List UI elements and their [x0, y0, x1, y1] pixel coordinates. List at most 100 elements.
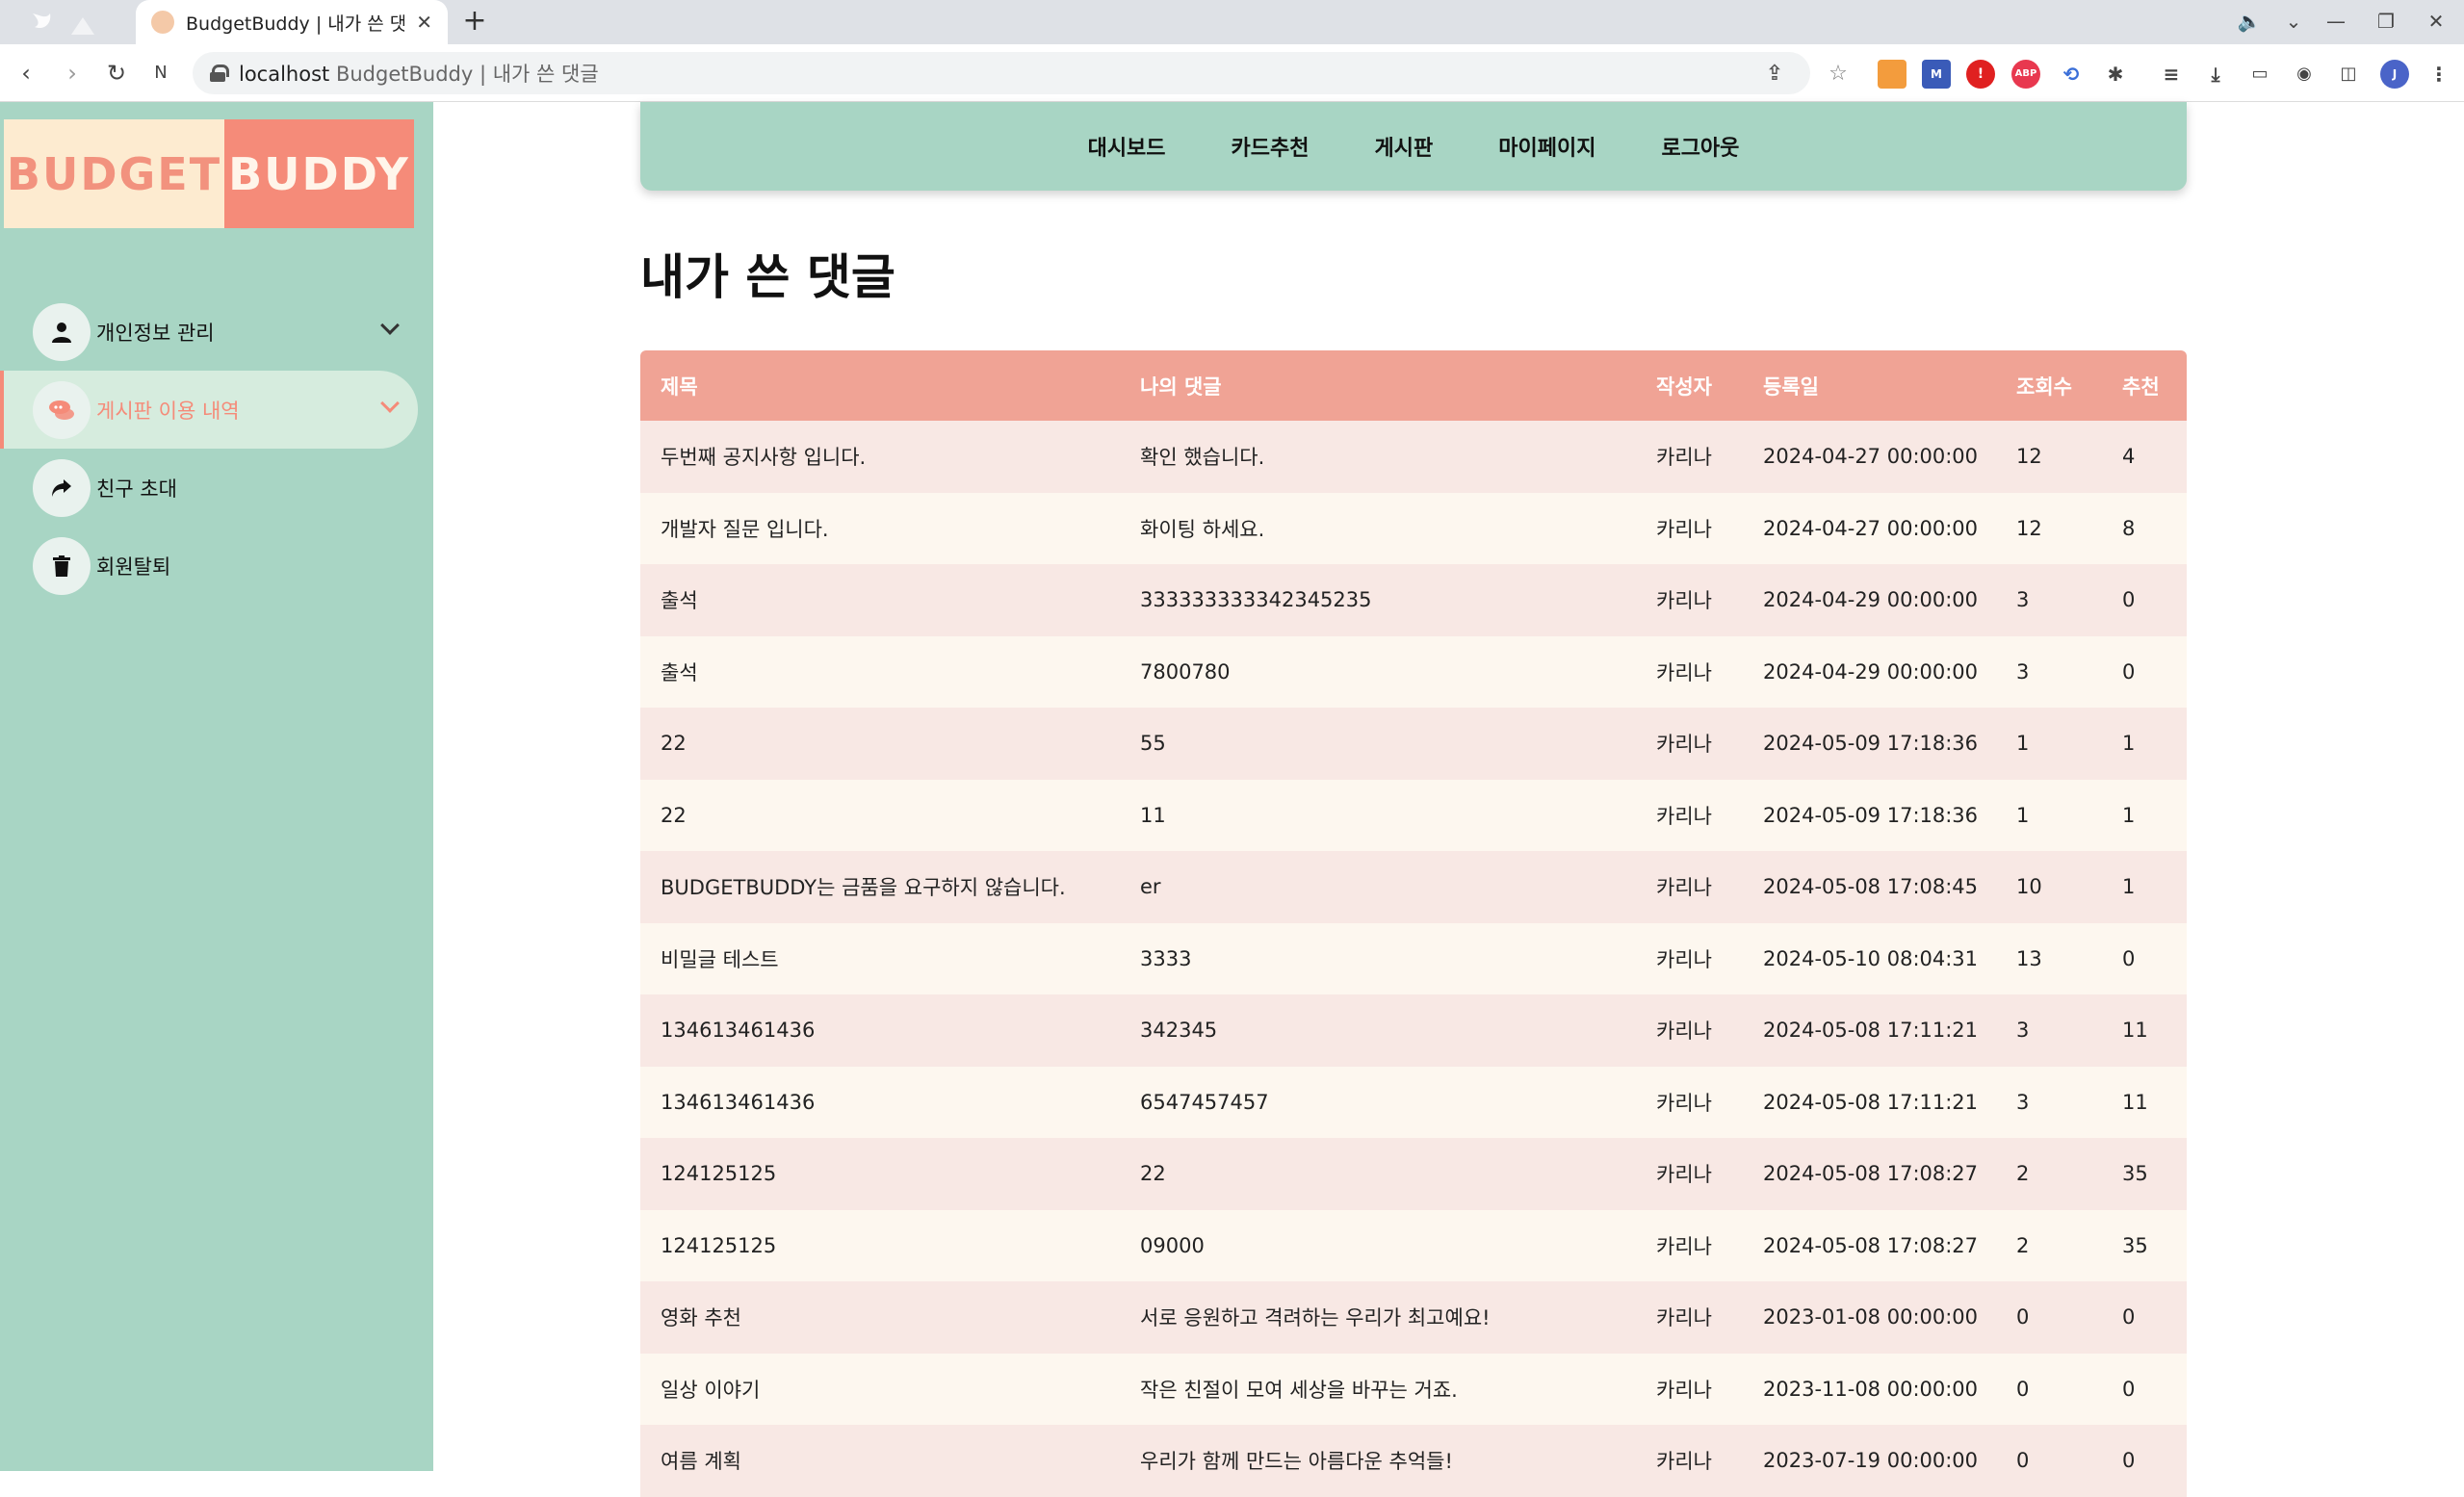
profile-avatar-icon[interactable]: J [2380, 60, 2409, 89]
cell-date: 2024-05-08 17:08:27 [1743, 1138, 1996, 1210]
notion-ext-icon[interactable]: N [143, 55, 179, 91]
cell-date: 2024-04-29 00:00:00 [1743, 564, 1996, 636]
screencast-icon[interactable]: ▭ [2245, 60, 2274, 89]
table-row[interactable]: 여름 계획 우리가 함께 만드는 아름다운 추억들! 카리나 2023-07-19 0… [640, 1425, 2187, 1497]
cell-title[interactable]: 일상 이야기 [640, 1353, 1120, 1425]
cell-title[interactable]: 124125125 [640, 1209, 1120, 1281]
cell-likes: 1 [2102, 779, 2187, 851]
window-close-icon[interactable]: ✕ [2415, 4, 2457, 39]
column-header-my-comment[interactable]: 나의 댓글 [1120, 350, 1636, 421]
cell-date: 2024-05-08 17:11:21 [1743, 994, 1996, 1067]
extension-orange-icon[interactable] [1878, 60, 1906, 89]
cell-title[interactable]: 134613461436 [640, 1066, 1120, 1138]
reading-list-icon[interactable]: ≡ [2157, 60, 2186, 89]
cell-author: 카리나 [1636, 1138, 1743, 1210]
cell-date: 2024-05-09 17:18:36 [1743, 708, 1996, 780]
cell-title[interactable]: 124125125 [640, 1138, 1120, 1210]
cell-date: 2024-05-08 17:11:21 [1743, 1066, 1996, 1138]
close-tab-icon[interactable]: ✕ [416, 11, 432, 34]
cell-author: 카리나 [1636, 779, 1743, 851]
extension-sync-icon[interactable]: ⟲ [2057, 60, 2086, 89]
table-row[interactable]: 일상 이야기 작은 친절이 모여 세상을 바꾸는 거죠. 카리나 2023-11-08… [640, 1353, 2187, 1425]
cell-title[interactable]: 22 [640, 708, 1120, 780]
budgetbuddy-favicon-icon [151, 11, 174, 34]
cell-likes: 1 [2102, 851, 2187, 923]
side-panel-icon[interactable]: ◫ [2334, 60, 2363, 89]
table-body: 두번째 공지사항 입니다. 확인 했습니다. 카리나 2024-04-27 00:00… [640, 421, 2187, 1497]
nav-board[interactable]: 게시판 [1375, 131, 1434, 162]
table-row[interactable]: 124125125 22 카리나 2024-05-08 17:08:27 2 35 [640, 1138, 2187, 1210]
sidebar-item-withdraw[interactable]: 회원탈퇴 [0, 527, 433, 605]
nav-logout[interactable]: 로그아웃 [1661, 131, 1739, 162]
table-row[interactable]: 124125125 09000 카리나 2024-05-08 17:08:27 2 35 [640, 1209, 2187, 1281]
column-header-views[interactable]: 조회수 [1996, 350, 2102, 421]
table-header-row: 제목 나의 댓글 작성자 등록일 조회수 추천 [640, 350, 2187, 421]
cell-title[interactable]: 영화 추천 [640, 1281, 1120, 1354]
cell-my-comment: 화이팅 하세요. [1120, 492, 1636, 564]
browser-tabstrip: BudgetBuddy | 내가 쓴 댓글 ✕ + 🔈 ⌄ — ❐ ✕ [0, 0, 2464, 44]
nav-card-recommend[interactable]: 카드추천 [1232, 131, 1310, 162]
table-row[interactable]: 134613461436 6547457457 카리나 2024-05-08 17:1… [640, 1066, 2187, 1138]
cell-title[interactable]: 개발자 질문 입니다. [640, 492, 1120, 564]
table-row[interactable]: 22 11 카리나 2024-05-09 17:18:36 1 1 [640, 779, 2187, 851]
cell-views: 3 [1996, 1066, 2102, 1138]
chevron-down-icon[interactable] [380, 394, 400, 413]
column-header-author[interactable]: 작성자 [1636, 350, 1743, 421]
table-row[interactable]: 개발자 질문 입니다. 화이팅 하세요. 카리나 2024-04-27 00:00:0… [640, 492, 2187, 564]
download-icon[interactable]: ⤓ [2201, 60, 2230, 89]
table-row[interactable]: 134613461436 342345 카리나 2024-05-08 17:11:21… [640, 994, 2187, 1067]
extensions-puzzle-icon[interactable]: ✱ [2101, 60, 2130, 89]
more-menu-icon[interactable]: ⋮ [2425, 60, 2453, 89]
minimize-icon[interactable]: — [2315, 4, 2357, 39]
column-header-title[interactable]: 제목 [640, 350, 1120, 421]
nav-mypage[interactable]: 마이페이지 [1498, 131, 1595, 162]
sidebar-item-invite-friend[interactable]: 친구 초대 [0, 449, 433, 527]
sidebar-menu: 개인정보 관리 게시판 이용 내역 친구 초대 회원탈퇴 [0, 293, 433, 605]
table-row[interactable]: 출석 7800780 카리나 2024-04-29 00:00:00 3 0 [640, 635, 2187, 708]
cell-date: 2024-04-29 00:00:00 [1743, 635, 1996, 708]
table-row[interactable]: 영화 추천 서로 응원하고 격려하는 우리가 최고예요! 카리나 2023-01-08… [640, 1281, 2187, 1354]
nav-dashboard[interactable]: 대시보드 [1088, 131, 1166, 162]
speaker-icon[interactable]: 🔈 [2228, 4, 2270, 39]
cell-title[interactable]: 134613461436 [640, 994, 1120, 1067]
cell-likes: 0 [2102, 1353, 2187, 1425]
cell-my-comment: 확인 했습니다. [1120, 421, 1636, 493]
extension-red-icon[interactable]: ! [1966, 60, 1995, 89]
table-row[interactable]: 22 55 카리나 2024-05-09 17:18:36 1 1 [640, 708, 2187, 780]
extension-blue-icon[interactable]: M [1922, 60, 1951, 89]
browser-tab-active[interactable]: BudgetBuddy | 내가 쓴 댓글 ✕ [136, 0, 448, 44]
cell-title[interactable]: 두번째 공지사항 입니다. [640, 421, 1120, 493]
column-header-date[interactable]: 등록일 [1743, 350, 1996, 421]
chat-icon [33, 380, 91, 439]
logo[interactable]: BUDGET BUDDY [4, 119, 414, 228]
forward-icon[interactable]: › [54, 55, 91, 91]
sidebar-item-profile[interactable]: 개인정보 관리 [0, 293, 433, 371]
chevron-down-icon[interactable] [380, 316, 400, 335]
table-row[interactable]: 비밀글 테스트 3333 카리나 2024-05-10 08:04:31 13 0 [640, 922, 2187, 994]
table-row[interactable]: 두번째 공지사항 입니다. 확인 했습니다. 카리나 2024-04-27 00:00… [640, 421, 2187, 493]
back-icon[interactable]: ‹ [8, 55, 44, 91]
tab-search-chevron-icon[interactable]: ⌄ [2272, 4, 2315, 39]
cell-title[interactable]: 비밀글 테스트 [640, 922, 1120, 994]
comments-table-wrapper: 제목 나의 댓글 작성자 등록일 조회수 추천 두번째 공지사항 입니다. 확인 … [640, 350, 2187, 1497]
cell-date: 2024-04-27 00:00:00 [1743, 492, 1996, 564]
cell-title[interactable]: BUDGETBUDDY는 금품을 요구하지 않습니다. [640, 851, 1120, 923]
cell-title[interactable]: 여름 계획 [640, 1425, 1120, 1497]
bookmark-star-icon[interactable]: ☆ [1824, 60, 1853, 89]
share-icon[interactable]: ⇪ [1760, 60, 1789, 89]
table-row[interactable]: BUDGETBUDDY는 금품을 요구하지 않습니다. er 카리나 2024-05-… [640, 851, 2187, 923]
new-tab-button[interactable]: + [458, 6, 491, 39]
table-row[interactable]: 출석 333333333342345235 카리나 2024-04-29 00:00:… [640, 564, 2187, 636]
cell-title[interactable]: 출석 [640, 564, 1120, 636]
cell-likes: 0 [2102, 564, 2187, 636]
sidebar-item-board-history[interactable]: 게시판 이용 내역 [0, 371, 418, 449]
screenshot-icon[interactable]: ◉ [2290, 60, 2319, 89]
adblock-icon[interactable]: ABP [2011, 60, 2040, 89]
page-title: 내가 쓴 댓글 [640, 249, 895, 305]
reload-icon[interactable]: ↻ [98, 55, 135, 91]
restore-icon[interactable]: ❐ [2365, 4, 2407, 39]
address-bar[interactable]: localhost BudgetBuddy | 내가 쓴 댓글 [193, 52, 1810, 94]
cell-title[interactable]: 22 [640, 779, 1120, 851]
column-header-likes[interactable]: 추천 [2102, 350, 2187, 421]
cell-title[interactable]: 출석 [640, 635, 1120, 708]
